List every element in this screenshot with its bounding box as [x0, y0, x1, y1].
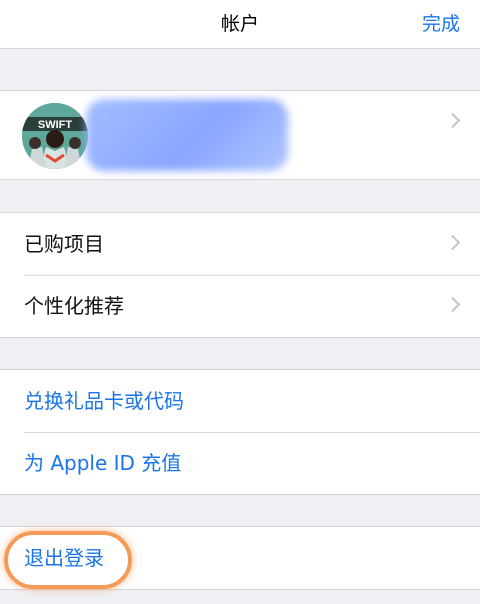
page-title: 帐户	[220, 13, 259, 35]
store-actions-section: 兑换礼品卡或代码 为 Apple ID 充值	[0, 369, 480, 495]
profile-section: SWIFT	[0, 90, 480, 180]
add-funds-label: 为 Apple ID 充值	[24, 451, 182, 475]
sign-out-label: 退出登录	[24, 546, 104, 570]
redeem-gift-card-button[interactable]: 兑换礼品卡或代码	[0, 370, 480, 432]
purchased-items-row[interactable]: 已购项目	[0, 213, 480, 275]
add-funds-button[interactable]: 为 Apple ID 充值	[0, 432, 480, 494]
sign-out-button[interactable]: 退出登录	[0, 527, 480, 589]
session-section: 退出登录	[0, 526, 480, 590]
nav-bar: 帐户 完成	[0, 0, 480, 49]
svg-text:SWIFT: SWIFT	[38, 119, 72, 131]
done-button[interactable]: 完成	[422, 0, 460, 48]
purchased-items-label: 已购项目	[24, 232, 104, 256]
blurred-account-name	[86, 99, 288, 171]
personalized-recommendations-label: 个性化推荐	[24, 294, 124, 318]
purchases-section: 已购项目 个性化推荐	[0, 212, 480, 338]
chevron-right-icon	[444, 296, 461, 313]
profile-cell[interactable]: SWIFT	[0, 91, 480, 179]
chevron-right-icon	[444, 112, 461, 129]
personalized-recommendations-row[interactable]: 个性化推荐	[0, 275, 480, 337]
redeem-gift-card-label: 兑换礼品卡或代码	[24, 389, 184, 413]
avatar: SWIFT	[22, 103, 88, 169]
chevron-right-icon	[444, 234, 461, 251]
